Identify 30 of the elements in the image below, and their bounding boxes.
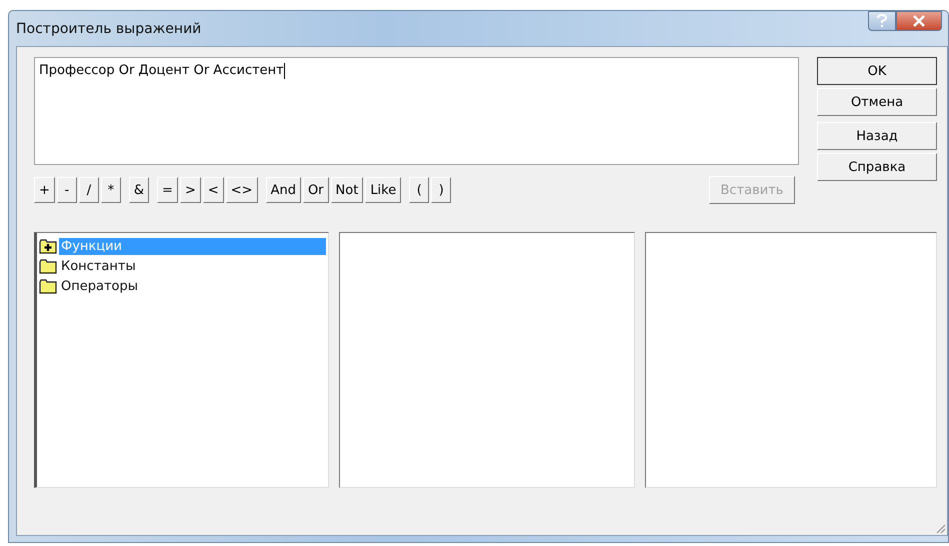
operator-button[interactable]: + xyxy=(34,177,55,203)
resize-grip-icon[interactable] xyxy=(934,522,946,534)
text-cursor xyxy=(284,63,285,79)
operator-button[interactable]: <> xyxy=(226,177,258,203)
close-icon xyxy=(912,15,926,27)
operator-button[interactable]: * xyxy=(100,177,121,203)
operator-button[interactable]: And xyxy=(266,177,301,203)
operator-button[interactable]: < xyxy=(202,177,224,203)
dialog-button[interactable]: Отмена xyxy=(817,88,937,116)
operator-button[interactable]: ( xyxy=(409,177,430,203)
operator-button[interactable]: Or xyxy=(302,177,329,203)
window-title: Построитель выражений xyxy=(16,20,202,36)
operator-button[interactable]: = xyxy=(157,177,178,203)
tree-item[interactable]: Константы xyxy=(59,258,138,274)
expression-text: Профессор Or Доцент Or Ассистент xyxy=(39,63,284,78)
tree-item[interactable]: Операторы xyxy=(59,278,140,294)
operator-button[interactable]: > xyxy=(180,177,201,203)
close-button[interactable] xyxy=(896,11,942,31)
dialog-button[interactable]: OK xyxy=(817,57,937,85)
help-button[interactable] xyxy=(868,11,896,31)
dialog-button[interactable]: Справка xyxy=(817,153,937,181)
operator-button[interactable]: & xyxy=(128,177,150,203)
operator-button[interactable]: - xyxy=(56,177,77,203)
operator-button[interactable]: Not xyxy=(330,177,364,203)
expression-field[interactable]: Профессор Or Доцент Or Ассистент xyxy=(34,57,799,165)
operator-button[interactable]: ) xyxy=(431,177,452,203)
help-icon xyxy=(876,14,888,28)
operator-button[interactable]: Like xyxy=(365,177,402,203)
operator-button[interactable]: / xyxy=(78,177,99,203)
dialog-button[interactable]: Назад xyxy=(817,122,937,150)
